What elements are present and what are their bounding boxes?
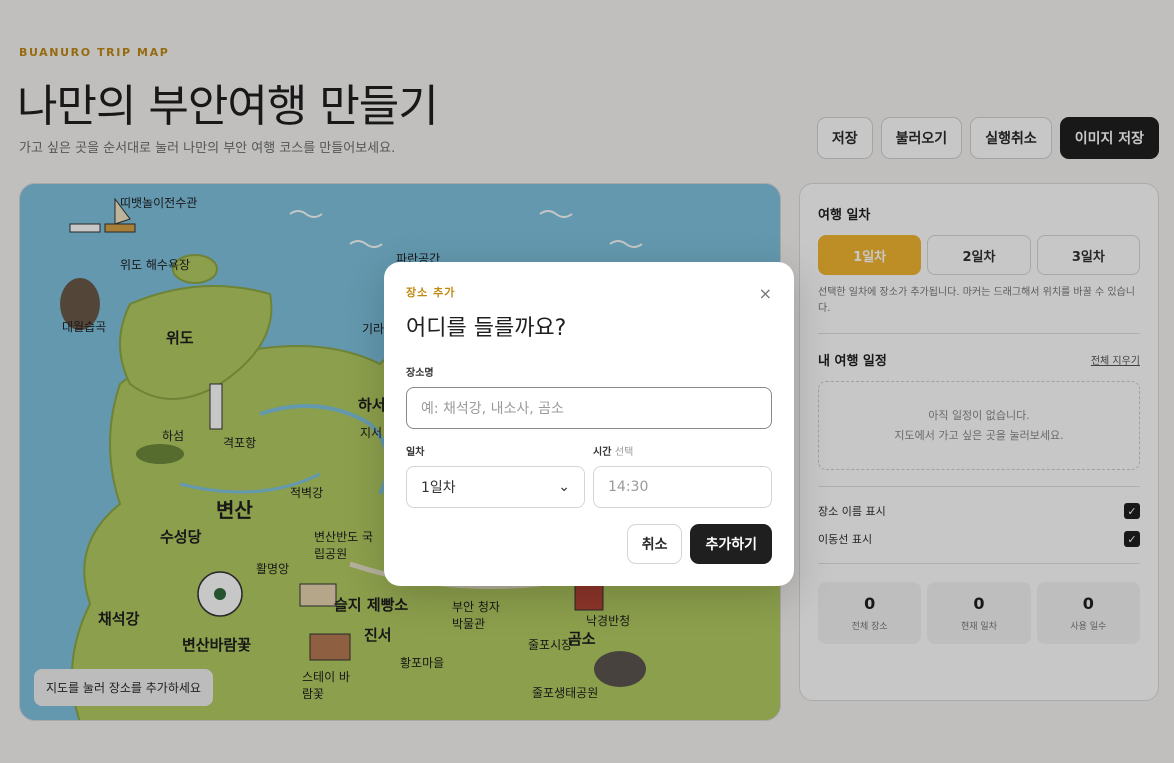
time-optional-label: 선택 (614, 447, 634, 458)
chevron-down-icon: ⌄ (558, 479, 570, 495)
page: BUANURO TRIP MAP 나만의 부안여행 만들기 가고 싶은 곳을 순… (0, 0, 1174, 763)
dialog-title: 어디를 들를까요? (406, 316, 567, 341)
place-name-input[interactable]: 예: 채석강, 내소사, 곰소 (406, 387, 772, 429)
cancel-button[interactable]: 취소 (626, 524, 683, 564)
dialog-eyebrow: 장소 추가 (406, 286, 456, 299)
place-name-label: 장소명 (406, 368, 434, 379)
day-field-group: 일차 1일차 ⌄ (406, 443, 585, 508)
name-field-group: 장소명 예: 채석강, 내소사, 곰소 (406, 364, 772, 429)
time-label-text: 시간 (593, 447, 612, 458)
time-field-group: 시간 선택 14:30 (593, 443, 772, 508)
close-icon[interactable]: × (759, 284, 772, 303)
add-place-dialog: 장소 추가 × 어디를 들를까요? 장소명 예: 채석강, 내소사, 곰소 일차… (384, 262, 794, 586)
day-select[interactable]: 1일차 ⌄ (406, 466, 585, 508)
time-input[interactable]: 14:30 (593, 466, 772, 508)
time-label: 시간 선택 (593, 443, 772, 458)
day-time-row: 일차 1일차 ⌄ 시간 선택 14:30 (406, 443, 772, 508)
day-label: 일차 (406, 447, 425, 458)
add-place-button[interactable]: 추가하기 (690, 524, 772, 564)
day-select-value: 1일차 (421, 480, 456, 496)
dialog-actions: 취소 추가하기 (626, 524, 772, 564)
